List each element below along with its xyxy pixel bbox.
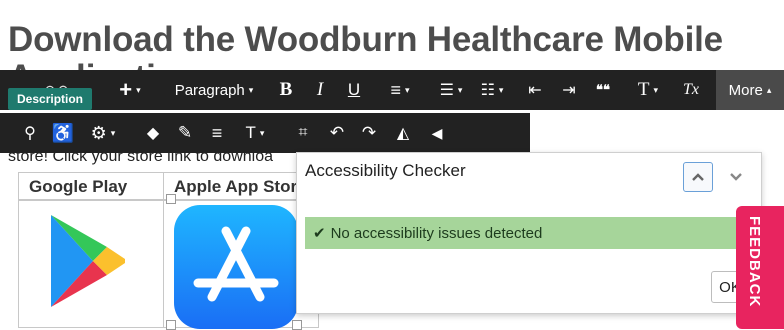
- line-align-button[interactable]: ≡: [204, 113, 230, 153]
- accessibility-button[interactable]: ♿: [50, 113, 76, 153]
- bullet-list-icon: ☰: [439, 82, 454, 99]
- store-instructions-text: store! Click your store link to downloa: [8, 148, 273, 165]
- caret-up-icon: ▴: [766, 84, 772, 95]
- chevron-up-icon: [692, 173, 704, 181]
- text-height-button[interactable]: T ▾: [236, 113, 274, 153]
- chevron-down-icon: [730, 173, 742, 181]
- settings-button[interactable]: ⚙ ▾: [84, 113, 122, 153]
- panel-title: Accessibility Checker: [305, 161, 466, 180]
- more-label: More: [728, 81, 763, 99]
- caret-down-icon: ▾: [404, 84, 410, 95]
- store-links-table: Google Play Apple App Stor: [18, 172, 319, 330]
- clear-format-button[interactable]: Tx: [676, 70, 706, 110]
- pen-icon: ✎: [177, 123, 193, 142]
- caret-down-icon: ▾: [457, 84, 463, 95]
- numbered-list-icon: ☷: [480, 82, 495, 99]
- align-icon: ≡: [390, 79, 401, 100]
- clear-format-icon: Tx: [683, 81, 699, 98]
- accessibility-checker-panel: Accessibility Checker ✔ No accessibility…: [296, 152, 762, 314]
- editor-toolbar-row1: + ▾ Paragraph ▾ B I U ≡ ▾ ☰ ▾ ☷ ▾ ⇤ ⇥ ❝❝ T ▾ T…: [0, 70, 784, 110]
- caret-down-icon: ▾: [136, 84, 141, 95]
- caret-down-icon: ▾: [259, 127, 265, 138]
- google-play-logo-icon[interactable]: [47, 213, 127, 309]
- font-size-button[interactable]: T ▾: [630, 70, 666, 110]
- quote-icon: ❝❝: [596, 82, 610, 97]
- flip-icon: ◭: [396, 125, 410, 142]
- italic-button[interactable]: I: [306, 70, 334, 110]
- redo-button[interactable]: ↷: [356, 113, 382, 153]
- search-icon: ⚲: [24, 125, 36, 142]
- table-header-google-play: Google Play: [18, 172, 164, 200]
- bold-icon: B: [279, 79, 293, 100]
- google-play-cell: [18, 200, 164, 328]
- page-heading: Download the Woodburn Healthcare Mobile: [8, 20, 723, 59]
- text-height-icon: T: [245, 123, 256, 142]
- gear-icon: ⚙: [90, 122, 107, 143]
- checkmark-icon: ✔: [313, 225, 326, 242]
- expand-button[interactable]: [723, 162, 749, 192]
- plus-icon: +: [119, 77, 133, 102]
- caret-down-icon: ▾: [498, 84, 504, 95]
- underline-icon: U: [347, 80, 361, 99]
- arrow-left-icon: ◀: [431, 124, 443, 141]
- accessibility-icon: ♿: [51, 122, 75, 143]
- align-button[interactable]: ≡ ▾: [382, 70, 418, 110]
- success-message: ✔ No accessibility issues detected: [305, 217, 751, 249]
- undo-button[interactable]: ↶: [324, 113, 350, 153]
- caret-down-icon: ▾: [248, 84, 254, 95]
- editor-toolbar-row2: ⚲ ♿ ⚙ ▾ ◆ ✎ ≡ T ▾ ⌗ ↶ ↷ ◭ ◀: [0, 113, 530, 153]
- bullet-list-button[interactable]: ☰ ▾: [432, 70, 470, 110]
- italic-icon: I: [316, 79, 324, 100]
- add-button[interactable]: + ▾: [112, 70, 148, 110]
- resize-handle[interactable]: [166, 194, 176, 204]
- feedback-label: FEEDBACK: [746, 216, 763, 308]
- crop-button[interactable]: ⌗: [290, 113, 316, 153]
- more-button[interactable]: More ▴: [716, 70, 784, 110]
- app-store-logo-icon[interactable]: [174, 205, 298, 329]
- bold-button[interactable]: B: [272, 70, 300, 110]
- indent-icon: ⇥: [562, 82, 576, 99]
- indent-button[interactable]: ⇥: [556, 70, 582, 110]
- paragraph-format-select[interactable]: Paragraph ▾: [164, 70, 264, 110]
- redo-icon: ↷: [361, 123, 377, 142]
- paragraph-format-label: Paragraph: [174, 81, 245, 99]
- caret-down-icon: ▾: [653, 84, 659, 95]
- success-message-text: No accessibility issues detected: [330, 224, 543, 242]
- outdent-icon: ⇤: [528, 82, 542, 99]
- outdent-button[interactable]: ⇤: [522, 70, 548, 110]
- quote-button[interactable]: ❝❝: [588, 70, 618, 110]
- undo-icon: ↶: [329, 123, 345, 142]
- collapse-button[interactable]: [683, 162, 713, 192]
- paint-bucket-icon: ◆: [146, 125, 160, 142]
- caret-down-icon: ▾: [110, 127, 116, 138]
- font-size-icon: T: [637, 79, 650, 100]
- underline-button[interactable]: U: [340, 70, 368, 110]
- flip-horizontal-button[interactable]: ◭: [390, 113, 416, 153]
- search-button[interactable]: ⚲: [18, 113, 42, 153]
- align-icon: ≡: [211, 122, 223, 143]
- pen-button[interactable]: ✎: [172, 113, 198, 153]
- crop-icon: ⌗: [298, 124, 308, 141]
- description-badge: Description: [8, 88, 93, 110]
- fill-color-button[interactable]: ◆: [140, 113, 166, 153]
- numbered-list-button[interactable]: ☷ ▾: [472, 70, 512, 110]
- feedback-tab[interactable]: FEEDBACK: [736, 206, 784, 329]
- flip-arrow-button[interactable]: ◀: [424, 113, 450, 153]
